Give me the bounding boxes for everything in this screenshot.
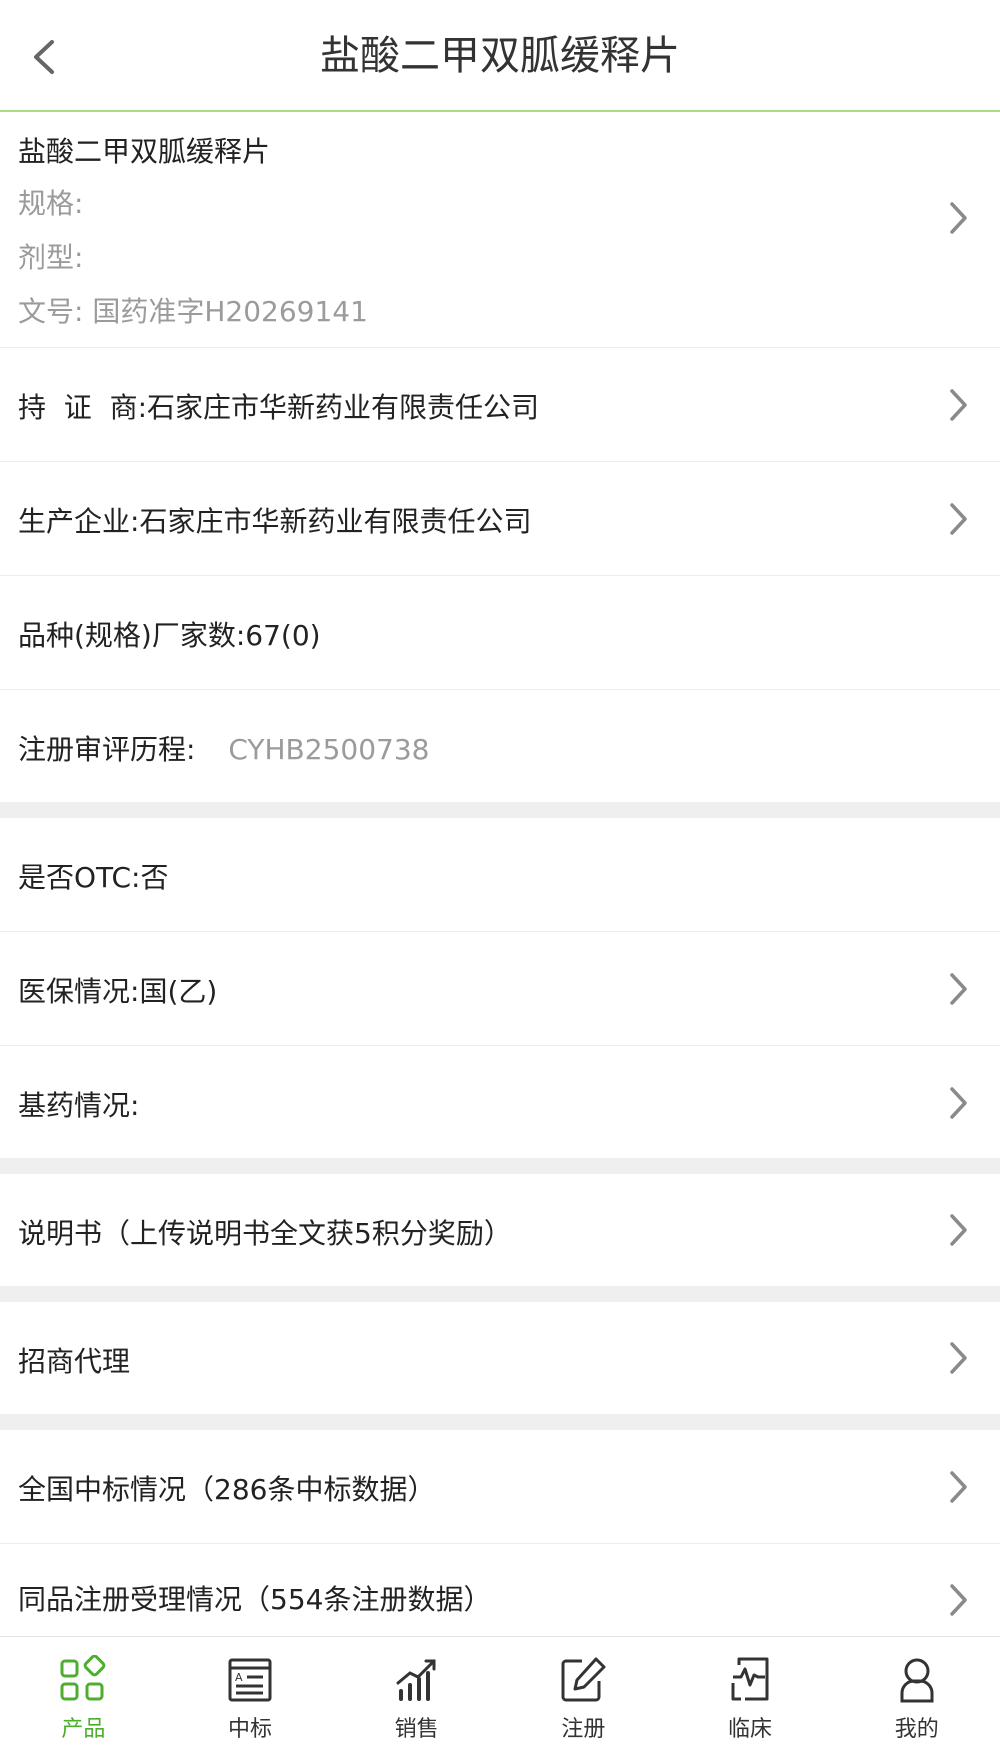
dosage-form-label: 剂型: — [18, 241, 84, 274]
svg-text:A: A — [235, 1671, 243, 1684]
otc-value: 否 — [140, 861, 169, 894]
section-divider — [0, 1158, 1000, 1174]
registration-label: 同品注册受理情况（554条注册数据） — [18, 1583, 492, 1616]
bottom-tab-bar: 产品 A 中标 销售 注册 临床 我的 — [0, 1636, 1000, 1748]
holder-text: 持 证 商:石家庄市华新药业有限责任公司 — [18, 386, 539, 426]
chevron-right-icon — [950, 973, 967, 1005]
header: 盐酸二甲双胍缓释片 — [0, 0, 1000, 112]
variety-count-text: 品种(规格)厂家数:67(0) — [18, 614, 321, 654]
chevron-right-icon — [950, 1342, 967, 1374]
insurance-row[interactable]: 医保情况:国(乙) — [0, 932, 1000, 1046]
bid-document-icon: A — [228, 1658, 272, 1702]
agency-row[interactable]: 招商代理 — [0, 1302, 1000, 1414]
essential-drug-label: 基药情况: — [18, 1089, 140, 1122]
tab-clinical[interactable]: 临床 — [667, 1637, 834, 1748]
tab-sales[interactable]: 销售 — [333, 1637, 500, 1748]
tab-label: 中标 — [228, 1717, 273, 1742]
user-icon — [900, 1658, 934, 1703]
sales-chart-icon — [396, 1659, 436, 1701]
tab-label: 我的 — [894, 1717, 939, 1742]
manufacturer-row[interactable]: 生产企业:石家庄市华新药业有限责任公司 — [0, 462, 1000, 576]
bidding-row[interactable]: 全国中标情况（286条中标数据） — [0, 1430, 1000, 1544]
section-divider — [0, 1286, 1000, 1302]
otc-text: 是否OTC:否 — [18, 856, 169, 896]
spec-label: 规格: — [18, 187, 84, 220]
chevron-right-icon — [950, 1087, 967, 1119]
variety-count-row: 品种(规格)厂家数:67(0) — [0, 576, 1000, 690]
variety-count-label: 品种(规格)厂家数: — [18, 619, 246, 652]
manual-label: 说明书（上传说明书全文获5积分奖励） — [18, 1217, 512, 1250]
holder-label: 持 证 商: — [18, 391, 148, 424]
otc-label: 是否OTC: — [18, 861, 141, 894]
manufacturer-value: 石家庄市华新药业有限责任公司 — [139, 505, 532, 538]
review-history-label: 注册审评历程: — [18, 733, 196, 766]
tab-label: 产品 — [61, 1717, 106, 1742]
chevron-right-icon — [950, 1584, 967, 1616]
page-title: 盐酸二甲双胍缓释片 — [320, 33, 680, 79]
insurance-label: 医保情况: — [18, 975, 140, 1008]
approval-number: 文号: 国药准字H20269141 — [18, 290, 368, 330]
tab-label: 临床 — [728, 1717, 773, 1742]
agency-label: 招商代理 — [18, 1345, 131, 1378]
otc-row: 是否OTC:否 — [0, 818, 1000, 932]
essential-drug-text: 基药情况: — [18, 1084, 139, 1124]
review-history-row[interactable]: 注册审评历程: CYHB2500738 — [0, 690, 1000, 802]
section-divider — [0, 802, 1000, 818]
product-info-card[interactable]: 盐酸二甲双胍缓释片 规格: 剂型: 文号: 国药准字H20269141 — [0, 112, 1000, 348]
review-history-link[interactable]: CYHB2500738 — [228, 733, 429, 766]
tab-label: 销售 — [394, 1717, 439, 1742]
approval-value: 国药准字H20269141 — [92, 295, 368, 328]
chevron-right-icon — [950, 1214, 967, 1246]
insurance-value: 国(乙) — [139, 975, 218, 1008]
approval-label: 文号: — [18, 295, 84, 328]
manufacturer-text: 生产企业:石家庄市华新药业有限责任公司 — [18, 500, 531, 540]
manufacturer-label: 生产企业: — [18, 505, 140, 538]
chevron-right-icon — [950, 202, 967, 234]
edit-note-icon — [561, 1657, 606, 1702]
tab-registration[interactable]: 注册 — [500, 1637, 667, 1748]
chevron-right-icon — [950, 1471, 967, 1503]
clinical-file-icon — [731, 1657, 769, 1701]
registration-row[interactable]: 同品注册受理情况（554条注册数据） — [0, 1544, 1000, 1636]
chevron-right-icon — [950, 389, 967, 421]
review-history-text: 注册审评历程: CYHB2500738 — [18, 728, 429, 768]
tab-product[interactable]: 产品 — [0, 1637, 167, 1748]
bidding-label: 全国中标情况（286条中标数据） — [18, 1473, 436, 1506]
product-grid-icon — [60, 1655, 106, 1701]
tab-label: 注册 — [561, 1717, 606, 1742]
manual-row[interactable]: 说明书（上传说明书全文获5积分奖励） — [0, 1174, 1000, 1286]
holder-value: 石家庄市华新药业有限责任公司 — [147, 391, 540, 424]
essential-drug-row[interactable]: 基药情况: — [0, 1046, 1000, 1158]
holder-row[interactable]: 持 证 商:石家庄市华新药业有限责任公司 — [0, 348, 1000, 462]
insurance-text: 医保情况:国(乙) — [18, 970, 217, 1010]
section-divider — [0, 1414, 1000, 1430]
tab-mine[interactable]: 我的 — [833, 1637, 1000, 1748]
variety-count-value: 67(0) — [245, 619, 321, 652]
chevron-right-icon — [950, 503, 967, 535]
product-name: 盐酸二甲双胍缓释片 — [18, 135, 271, 168]
tab-bidding[interactable]: A 中标 — [167, 1637, 334, 1748]
